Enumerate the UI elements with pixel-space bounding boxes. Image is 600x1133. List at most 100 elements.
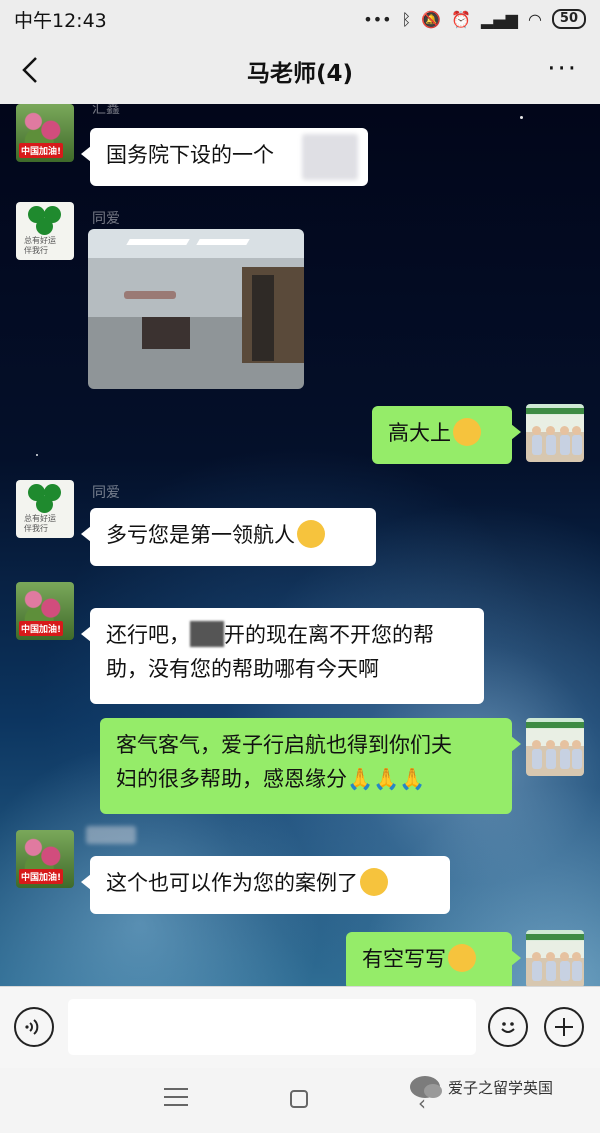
- message-bubble-self[interactable]: 客气客气，爱子行启航也得到你们夫 妇的很多帮助，感恩缘分🙏🙏🙏: [100, 718, 521, 814]
- smile-emoji-icon: [297, 520, 325, 548]
- image-message[interactable]: [88, 229, 304, 389]
- watermark: 爱子之留学英国: [410, 1076, 553, 1098]
- star-decoration: [520, 116, 523, 119]
- thinking-emoji-icon: [448, 944, 476, 972]
- more-options-icon[interactable]: ···: [547, 54, 578, 84]
- avatar[interactable]: 总有好运 伴我行: [16, 202, 74, 260]
- message-text: 国务院下设的一个: [106, 143, 274, 167]
- avatar-caption: 总有好运 伴我行: [24, 514, 56, 533]
- status-bar: 中午12:43 ••• ᛒ 🔕 ⏰ ▂▄▆ ◠ 50: [0, 0, 600, 38]
- more-dots-icon: •••: [363, 9, 392, 29]
- alarm-icon: ⏰: [451, 9, 472, 29]
- emoji-button-icon[interactable]: [488, 1007, 528, 1047]
- star-decoration: [36, 454, 38, 456]
- sender-name: 同爱: [92, 485, 120, 501]
- door: [252, 275, 274, 361]
- pray-emoji-icon: 🙏🙏🙏: [347, 767, 426, 791]
- sender-name: 同爱: [92, 211, 120, 227]
- input-bar: [0, 986, 600, 1068]
- wifi-icon: ◠: [527, 9, 542, 29]
- status-icons: ••• ᛒ 🔕 ⏰ ▂▄▆ ◠ 50: [363, 9, 586, 29]
- avatar-banner: [526, 722, 584, 728]
- message-bubble[interactable]: 国务院下设的一个: [81, 128, 368, 186]
- system-navigation-bar: ‹ 爱子之留学英国: [0, 1068, 600, 1133]
- avatar-tag: 中国加油!: [19, 621, 64, 636]
- person-body: [560, 961, 570, 981]
- voice-input-icon[interactable]: [14, 1007, 54, 1047]
- message-line: 还行吧， 开的现在离不开您的帮: [106, 618, 468, 652]
- person-face: [560, 426, 569, 435]
- back-arrow-icon[interactable]: [14, 52, 50, 88]
- avatar-tag: 中国加油!: [19, 869, 64, 884]
- message-text: 还行吧，: [106, 623, 190, 647]
- person-face: [560, 952, 569, 961]
- avatar-caption: 总有好运 伴我行: [24, 236, 56, 255]
- person-body: [572, 961, 582, 981]
- message-input[interactable]: [68, 999, 476, 1055]
- chat-title: 马老师(4): [246, 61, 354, 87]
- message-line: 客气客气，爱子行启航也得到你们夫: [116, 733, 452, 757]
- person-body: [560, 435, 570, 455]
- wechat-logo-icon: [410, 1076, 442, 1098]
- person-face: [532, 426, 541, 435]
- status-time: 中午12:43: [14, 9, 107, 32]
- redacted-sender: [86, 826, 136, 844]
- message-line: 助，没有您的帮助哪有今天啊: [106, 657, 379, 681]
- redacted-area: [302, 134, 358, 180]
- crying-laughing-emoji-icon: [360, 868, 388, 896]
- person-body: [572, 435, 582, 455]
- wall-logo: [124, 291, 176, 299]
- message-bubble-self[interactable]: 高大上: [372, 406, 521, 464]
- avatar-tag: 中国加油!: [19, 143, 64, 158]
- message-bubble[interactable]: 多亏您是第一领航人: [81, 508, 376, 566]
- reception-desk: [142, 317, 190, 349]
- message-text: 有空写写: [362, 947, 446, 971]
- avatar-self[interactable]: [526, 718, 584, 776]
- message-line: 妇的很多帮助，感恩缘分🙏🙏🙏: [116, 762, 496, 796]
- watermark-text: 爱子之留学英国: [448, 1078, 554, 1097]
- person-face: [546, 426, 555, 435]
- avatar[interactable]: 总有好运 伴我行: [16, 480, 74, 538]
- clover-leaf: [36, 218, 53, 235]
- person-face: [546, 952, 555, 961]
- message-text: 多亏您是第一领航人: [106, 523, 295, 547]
- battery-icon: 50: [551, 9, 586, 29]
- person-body: [546, 749, 556, 769]
- person-face: [546, 740, 555, 749]
- avatar-self[interactable]: [526, 930, 584, 986]
- chat-area[interactable]: 中国加油! 汇鑫 国务院下设的一个 总有好运 伴我行 同爱 高大上 总有好运 伴…: [0, 104, 600, 986]
- person-body: [532, 749, 542, 769]
- avatar-banner: [526, 934, 584, 940]
- grin-emoji-icon: [453, 418, 481, 446]
- avatar[interactable]: 中国加油!: [16, 582, 74, 640]
- message-bubble[interactable]: 还行吧， 开的现在离不开您的帮 助，没有您的帮助哪有今天啊: [81, 608, 484, 704]
- person-body: [546, 961, 556, 981]
- clover-leaf: [36, 496, 53, 513]
- ceiling-light: [126, 239, 190, 245]
- chat-header: 马老师(4) ···: [0, 38, 600, 104]
- message-text: 这个也可以作为您的案例了: [106, 871, 358, 895]
- mute-bell-icon: 🔕: [421, 9, 442, 29]
- avatar[interactable]: 中国加油!: [16, 830, 74, 888]
- bluetooth-icon: ᛒ: [401, 9, 412, 29]
- plus-button-icon[interactable]: [544, 1007, 584, 1047]
- person-face: [572, 426, 581, 435]
- ceiling-light: [196, 239, 250, 245]
- message-bubble[interactable]: 这个也可以作为您的案例了: [81, 856, 450, 914]
- home-icon[interactable]: [290, 1090, 308, 1108]
- redacted-text: [190, 621, 224, 647]
- avatar[interactable]: 中国加油!: [16, 104, 74, 162]
- person-face: [532, 740, 541, 749]
- person-body: [532, 961, 542, 981]
- message-bubble-self[interactable]: 有空写写: [346, 932, 521, 986]
- signal-icon: ▂▄▆: [481, 9, 518, 29]
- person-body: [532, 435, 542, 455]
- message-text: 妇的很多帮助，感恩缘分: [116, 767, 347, 791]
- sender-name: 汇鑫: [92, 104, 120, 117]
- person-face: [560, 740, 569, 749]
- person-body: [560, 749, 570, 769]
- recent-apps-icon[interactable]: [164, 1088, 188, 1112]
- person-body: [546, 435, 556, 455]
- avatar-banner: [526, 408, 584, 414]
- avatar-self[interactable]: [526, 404, 584, 462]
